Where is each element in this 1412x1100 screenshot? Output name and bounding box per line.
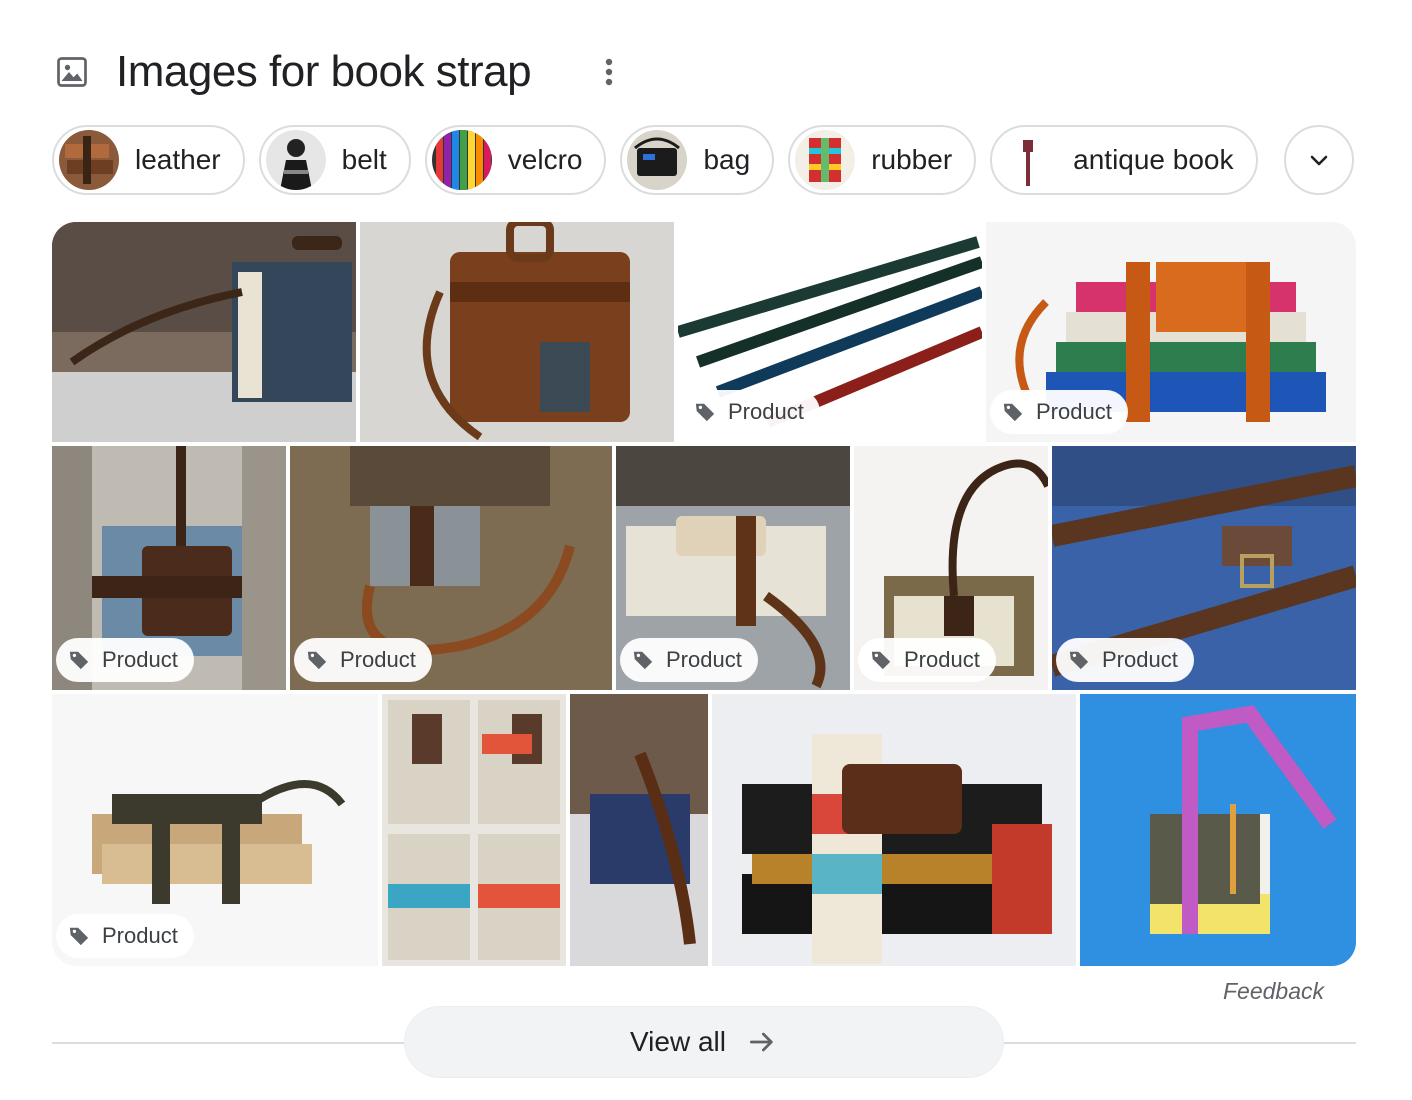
result-image — [382, 694, 566, 966]
badge-label: Product — [340, 647, 416, 672]
chip-thumbnail — [59, 130, 119, 190]
result-image — [360, 222, 674, 442]
more-vert-icon[interactable] — [595, 52, 623, 92]
badge-label: Product — [666, 647, 742, 672]
tag-icon — [632, 649, 654, 671]
view-all-button[interactable]: View all — [404, 1006, 1004, 1078]
refinement-chips: leather belt velcro bag rubber antique b… — [52, 125, 1272, 195]
chip-thumbnail — [431, 130, 492, 190]
product-badge: Product — [990, 390, 1128, 434]
image-result[interactable]: Product — [678, 222, 982, 442]
result-image — [570, 694, 708, 966]
arrow-right-icon — [746, 1026, 778, 1058]
tag-icon — [1068, 649, 1090, 671]
image-result[interactable] — [712, 694, 1076, 966]
tag-icon — [1002, 401, 1024, 423]
product-badge: Product — [56, 638, 194, 682]
image-result[interactable] — [570, 694, 708, 966]
image-result[interactable]: Product — [1052, 446, 1356, 690]
tag-icon — [870, 649, 892, 671]
image-icon — [52, 52, 92, 92]
tag-icon — [306, 649, 328, 671]
result-image — [1080, 694, 1356, 966]
badge-label: Product — [904, 647, 980, 672]
product-badge: Product — [858, 638, 996, 682]
chip-antique-book[interactable]: antique book — [990, 125, 1258, 195]
badge-label: Product — [1036, 399, 1112, 424]
chip-belt[interactable]: belt — [258, 125, 411, 195]
image-result[interactable]: Product — [52, 446, 286, 690]
badge-label: Product — [102, 923, 178, 948]
chip-velcro[interactable]: velcro — [424, 125, 607, 195]
chip-thumbnail — [997, 130, 1058, 190]
product-badge: Product — [56, 914, 194, 958]
image-result[interactable] — [52, 222, 356, 442]
result-image — [52, 222, 356, 442]
product-badge: Product — [294, 638, 432, 682]
chip-label: belt — [341, 144, 387, 175]
section-title: Images for book strap — [116, 47, 532, 96]
chip-thumbnail — [265, 130, 326, 190]
chip-label: bag — [703, 144, 751, 175]
chip-label: antique book — [1073, 144, 1234, 175]
image-result[interactable] — [1080, 694, 1356, 966]
image-result[interactable] — [360, 222, 674, 442]
tag-icon — [68, 649, 90, 671]
image-result[interactable]: Product — [854, 446, 1048, 690]
product-badge: Product — [1056, 638, 1194, 682]
chip-leather[interactable]: leather — [52, 125, 245, 195]
view-all-label: View all — [630, 1026, 726, 1057]
product-badge: Product — [682, 390, 820, 434]
result-image — [712, 694, 1076, 966]
image-grid: Product Product Product Product Product … — [52, 222, 1356, 966]
tag-icon — [694, 401, 716, 423]
product-badge: Product — [620, 638, 758, 682]
badge-label: Product — [728, 399, 804, 424]
chip-thumbnail — [627, 130, 688, 190]
chip-label: velcro — [507, 144, 583, 175]
badge-label: Product — [1102, 647, 1178, 672]
image-result[interactable]: Product — [986, 222, 1356, 442]
tag-icon — [68, 925, 90, 947]
chip-label: rubber — [871, 144, 953, 175]
image-result[interactable]: Product — [290, 446, 612, 690]
feedback-link[interactable]: Feedback — [1223, 978, 1324, 1005]
chevron-down-icon[interactable] — [1284, 125, 1354, 195]
chip-thumbnail — [795, 130, 856, 190]
badge-label: Product — [102, 647, 178, 672]
chip-label: leather — [135, 144, 221, 175]
section-header: Images for book strap — [52, 40, 623, 104]
chip-rubber[interactable]: rubber — [788, 125, 977, 195]
image-result[interactable]: Product — [616, 446, 850, 690]
chip-bag[interactable]: bag — [620, 125, 775, 195]
image-result[interactable] — [382, 694, 566, 966]
image-result[interactable]: Product — [52, 694, 378, 966]
